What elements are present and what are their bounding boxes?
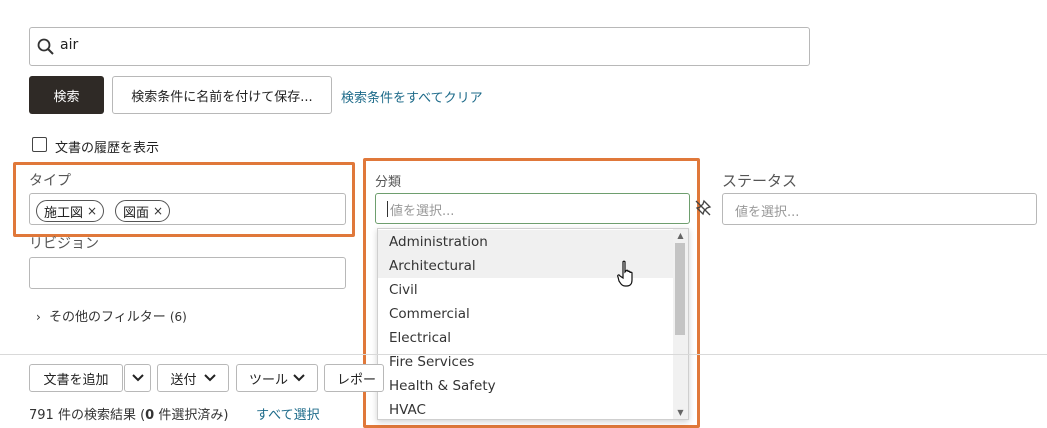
chip-remove-icon[interactable]: × [87, 204, 97, 218]
more-filters-label: その他のフィルター [48, 310, 166, 325]
scroll-down-icon[interactable]: ▼ [676, 408, 685, 417]
scroll-up-icon[interactable]: ▲ [676, 231, 685, 240]
results-summary: 791 件の検索結果 (0 件選択済み) [29, 404, 228, 423]
search-button[interactable]: 検索 [29, 76, 104, 114]
option-hvac[interactable]: HVAC [378, 398, 674, 419]
chip-label: 施工図 [44, 205, 84, 221]
status-placeholder: 値を選択... [735, 205, 800, 220]
revision-field[interactable] [29, 257, 346, 289]
category-filter-label: 分類 [375, 175, 402, 190]
selected-text: 件選択済み) [154, 408, 229, 423]
chip-remove-icon[interactable]: × [153, 204, 163, 218]
more-filters-count: (6) [169, 310, 187, 324]
add-document-menu-button[interactable] [124, 364, 151, 392]
send-label: 送付 [170, 372, 197, 388]
select-all-link[interactable]: すべて選択 [256, 404, 320, 423]
selected-count: 0 [145, 408, 155, 423]
clear-criteria-link[interactable]: 検索条件をすべてクリア [341, 87, 483, 106]
search-input-value: air [60, 37, 79, 53]
revision-label: リビジョン [29, 236, 99, 252]
unpin-icon[interactable] [694, 199, 712, 217]
report-button[interactable]: レポー [324, 364, 384, 392]
status-filter-input[interactable]: 値を選択... [722, 193, 1037, 225]
add-document-button[interactable]: 文書を追加 [29, 364, 123, 392]
chip-zumen: 図面 × [115, 200, 171, 222]
chevron-down-icon [203, 374, 216, 382]
search-input[interactable]: air [29, 27, 810, 66]
category-placeholder: 値を選択... [390, 204, 455, 219]
chevron-down-icon [131, 374, 144, 382]
scroll-thumb[interactable] [675, 243, 685, 335]
dropdown-scrollbar[interactable]: ▲ ▼ [673, 229, 688, 419]
section-divider [0, 354, 1047, 355]
type-filter-label: タイプ [29, 173, 71, 189]
chip-label: 図面 [123, 205, 150, 221]
save-search-button[interactable]: 検索条件に名前を付けて保存... [112, 76, 332, 114]
option-electrical[interactable]: Electrical [378, 326, 674, 350]
history-checkbox[interactable] [32, 137, 47, 152]
results-count-text: 791 件の検索結果 ( [29, 408, 146, 423]
tools-button[interactable]: ツール [236, 364, 318, 392]
chevron-right-icon: › [36, 310, 41, 324]
text-cursor [387, 201, 388, 217]
option-commercial[interactable]: Commercial [378, 302, 674, 326]
tools-label: ツール [248, 372, 288, 388]
more-filters-toggle[interactable]: › その他のフィルター (6) [36, 306, 187, 325]
status-filter-label: ステータス [722, 172, 798, 190]
chevron-down-icon [293, 374, 305, 382]
send-button[interactable]: 送付 [157, 364, 229, 392]
option-administration[interactable]: Administration [378, 230, 674, 254]
category-filter-input[interactable]: 値を選択... [375, 193, 690, 224]
search-icon [37, 38, 54, 55]
chip-sekouzu: 施工図 × [36, 200, 105, 222]
hand-cursor-icon [617, 260, 633, 287]
category-dropdown[interactable]: Administration Architectural Civil Comme… [377, 228, 689, 420]
option-health-safety[interactable]: Health & Safety [378, 374, 674, 398]
history-checkbox-label: 文書の履歴を表示 [55, 141, 160, 156]
type-filter-field[interactable]: 施工図 × 図面 × [29, 193, 346, 225]
